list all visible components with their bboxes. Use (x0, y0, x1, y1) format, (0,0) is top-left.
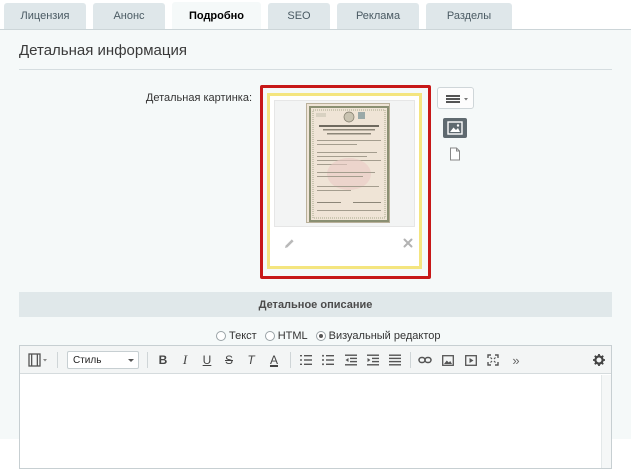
radio-label: Текст (229, 330, 257, 342)
tab-advertising[interactable]: Реклама (337, 3, 419, 29)
video-icon[interactable] (465, 352, 477, 368)
close-icon[interactable] (401, 236, 415, 250)
fullscreen-icon[interactable] (487, 352, 499, 368)
style-select[interactable]: Стиль (67, 351, 139, 369)
details-panel: Детальная информация Детальная картинка: (0, 29, 631, 469)
strikethrough-icon[interactable]: S (223, 352, 235, 368)
editor-mode-radios: Текст HTML Визуальный редактор (216, 329, 449, 343)
pencil-icon[interactable] (282, 236, 296, 250)
chevron-down-icon (128, 359, 134, 362)
underline-icon[interactable]: U (201, 352, 213, 368)
file-mode-button[interactable] (449, 147, 461, 161)
tab-license[interactable]: Лицензия (4, 3, 86, 29)
link-icon[interactable] (418, 352, 432, 368)
style-select-value: Стиль (73, 354, 102, 366)
radio-html-mode[interactable]: HTML (264, 330, 308, 342)
justify-icon[interactable] (389, 352, 401, 368)
page-title: Детальная информация (19, 42, 187, 59)
indent-icon[interactable] (367, 352, 379, 368)
detail-description-header: Детальное описание (19, 292, 612, 317)
detail-picture-highlight (260, 85, 431, 279)
tab-details[interactable]: Подробно (172, 2, 261, 29)
certificate-thumbnail[interactable] (306, 103, 390, 223)
image-icon (447, 121, 463, 135)
tab-seo[interactable]: SEO (268, 3, 330, 29)
detail-picture-dropzone[interactable] (267, 93, 422, 269)
visual-editor: Стиль B I U S T A » (19, 345, 612, 469)
radio-text-mode[interactable]: Текст (216, 330, 257, 342)
text-color-icon[interactable]: A (268, 352, 280, 368)
image-mode-button[interactable] (443, 118, 467, 138)
source-mode-icon[interactable] (28, 352, 50, 368)
radio-label: Визуальный редактор (328, 330, 441, 342)
more-icon[interactable]: » (510, 352, 522, 368)
ordered-list-icon[interactable] (300, 352, 312, 368)
detail-picture-label: Детальная картинка: (145, 92, 252, 104)
section-divider (19, 69, 612, 70)
editor-toolbar: Стиль B I U S T A » (20, 346, 611, 374)
certificate-image (307, 104, 389, 222)
radio-label: HTML (277, 330, 308, 342)
detail-picture-preview[interactable] (274, 100, 415, 227)
tab-sections[interactable]: Разделы (426, 3, 512, 29)
toolbar-separator (147, 352, 148, 368)
editor-content-area[interactable] (20, 375, 600, 468)
image-icon[interactable] (442, 352, 454, 368)
radio-visual-editor-mode[interactable]: Визуальный редактор (315, 330, 441, 342)
outdent-icon[interactable] (345, 352, 357, 368)
unordered-list-icon[interactable] (322, 352, 334, 368)
remove-format-icon[interactable]: T (245, 352, 257, 368)
toolbar-separator (57, 352, 58, 368)
hamburger-icon (446, 95, 468, 103)
file-icon (450, 147, 460, 161)
tab-announce[interactable]: Анонс (93, 3, 165, 29)
toolbar-separator (410, 352, 411, 368)
radio-button[interactable] (315, 331, 326, 341)
italic-icon[interactable]: I (179, 352, 191, 368)
tab-bar: Лицензия Анонс Подробно SEO Реклама Разд… (0, 0, 631, 29)
picture-menu-button[interactable] (437, 87, 474, 109)
bold-icon[interactable]: B (157, 352, 169, 368)
toolbar-separator (290, 352, 291, 368)
radio-button[interactable] (264, 331, 275, 341)
settings-icon[interactable] (593, 352, 605, 368)
radio-button[interactable] (216, 331, 226, 341)
editor-scrollbar[interactable] (601, 375, 611, 468)
